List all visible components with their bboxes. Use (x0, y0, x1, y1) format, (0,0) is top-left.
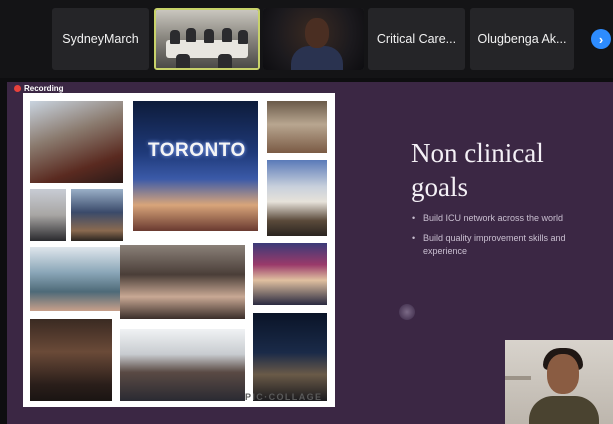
chevron-right-icon: › (598, 31, 604, 47)
participant-tile-video-active[interactable] (154, 8, 260, 70)
self-view-video[interactable] (505, 340, 613, 424)
participant-tile-sydneymarch[interactable]: SydneyMarch (52, 8, 149, 70)
collage-photo (120, 245, 245, 319)
collage-photo (30, 319, 112, 401)
collage-sign-text: TORONTO (148, 140, 246, 161)
collage-photo (30, 247, 123, 311)
slide-title: Non clinical goals (411, 138, 544, 202)
participant-name: Olugbenga Ak... (477, 32, 567, 46)
collage-photo (30, 101, 123, 183)
collage-photo (71, 189, 123, 241)
collage-photo (253, 313, 327, 401)
recording-indicator: Recording (14, 84, 64, 93)
participant-tile-critical-care[interactable]: Critical Care... (368, 8, 465, 70)
slide-bullet: Build ICU network across the world (411, 212, 601, 225)
pointer-cursor-icon (399, 304, 415, 320)
participant-video (263, 8, 364, 70)
slide-bullet: Build quality improvement skills and exp… (411, 232, 601, 258)
participant-strip: SydneyMarch Critical Care... Olugbenga A… (0, 0, 613, 78)
participant-name: Critical Care... (376, 32, 457, 46)
participant-video (156, 10, 258, 68)
recording-dot-icon (14, 85, 21, 92)
participant-tile-video[interactable] (263, 8, 364, 70)
collage-photo (253, 243, 327, 305)
participant-name: SydneyMarch (62, 32, 139, 46)
recording-label: Recording (24, 84, 64, 93)
collage-watermark: PIC·COLLAGE (245, 392, 323, 402)
collage-photo (30, 189, 66, 241)
collage-photo (133, 101, 258, 231)
next-participants-button[interactable]: › (591, 29, 611, 49)
collage-photo (267, 160, 327, 236)
slide-bullet-list: Build ICU network across the world Build… (411, 212, 601, 265)
participant-tile-olugbenga[interactable]: Olugbenga Ak... (470, 8, 574, 70)
collage-photo (267, 101, 327, 153)
collage-photo (120, 329, 245, 401)
